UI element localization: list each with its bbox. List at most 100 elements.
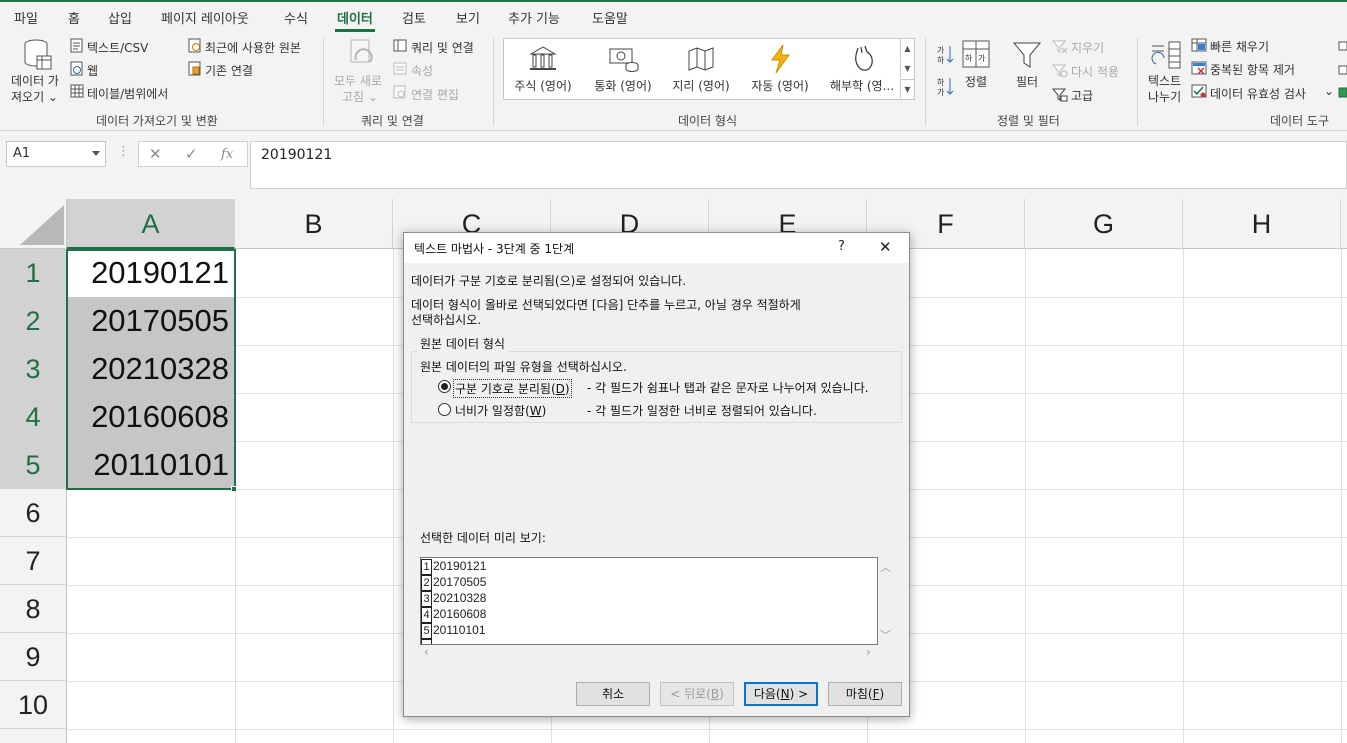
row-header-6[interactable]: 6 [0,489,67,537]
data-preview[interactable]: 1 20190121 2 20170505 3 20210328 4 20160… [420,557,878,645]
row-header-7[interactable]: 7 [0,537,67,585]
tab-help[interactable]: 도움말 [592,8,628,27]
preview-row-number: 2 [421,575,432,591]
edit-links-label: 연결 편집 [411,88,459,102]
tab-addins[interactable]: 추가 기능 [508,8,560,27]
tab-formulas[interactable]: 수식 [284,8,308,27]
preview-row-number: 4 [421,607,432,623]
gallery-scroll-up-icon[interactable]: ▲ [900,39,914,58]
properties-icon [393,62,407,75]
finish-button-label: 마침( [845,687,873,701]
insert-function-icon[interactable]: fx [221,147,233,162]
tab-view[interactable]: 보기 [456,8,480,27]
recent-sources-label: 최근에 사용한 원본 [205,41,301,55]
preview-scroll-down-icon[interactable]: ﹀ [880,627,891,643]
column-header-a[interactable]: A [67,199,235,249]
column-header-b[interactable]: B [235,199,393,249]
gridline [1025,249,1026,743]
from-table-label: 테이블/범위에서 [87,87,169,101]
preview-scroll-left-icon[interactable]: ‹ [424,645,429,659]
formula-input[interactable]: 20190121 [250,141,1347,189]
funnel-icon [1012,42,1042,68]
refresh-all-label-2: 고침 ⌄ [342,90,378,104]
preview-row-value: 20190121 [433,559,487,573]
cancel-edit-icon[interactable]: ✕ [149,145,162,163]
data-type-geography-label: 지리 (영어) [672,79,730,93]
gridline [393,249,394,743]
anatomy-heart-icon [855,45,873,71]
tab-file[interactable]: 파일 [14,8,38,27]
tab-data[interactable]: 데이터 [335,8,375,32]
data-tools-overflow-icons [1338,41,1347,98]
name-box[interactable]: A1 [6,141,106,167]
row-header-3[interactable]: 3 [0,345,67,393]
group-label-data-tools: 데이터 도구 [1270,114,1330,128]
next-button[interactable]: 다음(N) > [744,682,818,706]
text-wizard-dialog: 텍스트 마법사 - 3단계 중 1단계 ? ✕ 데이터가 구분 기호로 분리됨(… [403,232,910,717]
ribbon-separator [925,38,926,126]
ribbon-separator [1137,38,1138,126]
delimited-access-key: D [555,382,565,396]
data-type-geography[interactable]: 지리 (영어) [662,39,740,99]
text-csv-label: 텍스트/CSV [87,41,149,55]
svg-text:가: 가 [978,54,986,63]
row-header-9[interactable]: 9 [0,633,67,681]
cancel-button[interactable]: 취소 [576,682,650,706]
preview-row-value: 20110101 [433,623,486,637]
preview-scroll-up-icon[interactable]: ︿ [880,559,891,575]
preview-scroll-right-icon[interactable]: › [866,645,871,659]
row-header-1[interactable]: 1 [0,249,67,297]
web-label: 웹 [87,64,99,78]
data-type-automatic[interactable]: 자동 (영어) [741,39,819,99]
confirm-edit-icon[interactable]: ✓ [185,145,198,163]
dialog-title-bar[interactable]: 텍스트 마법사 - 3단계 중 1단계 ? ✕ [404,233,909,263]
row-header-4[interactable]: 4 [0,393,67,441]
delimited-radio[interactable] [438,380,451,393]
row-header-2[interactable]: 2 [0,297,67,345]
back-button[interactable]: < 뒤로(B) [660,682,734,706]
preview-row-value: 20170505 [433,575,487,589]
finish-button[interactable]: 마침(F) [828,682,902,706]
data-type-currencies[interactable]: 통화 (영어) [584,39,662,99]
column-header-g[interactable]: G [1025,199,1183,249]
data-type-stocks[interactable]: 주식 (영어) [504,39,582,99]
recent-sources-icon [188,38,201,53]
row-header-5[interactable]: 5 [0,441,67,489]
tab-home[interactable]: 홈 [68,8,80,27]
dialog-title: 텍스트 마법사 - 3단계 중 1단계 [414,242,575,256]
flash-fill-icon [1191,38,1207,52]
svg-text:하: 하 [937,77,945,87]
name-box-chevron-down-icon[interactable] [92,151,100,156]
sort-za-icon: 하가 [937,77,954,96]
tab-review[interactable]: 검토 [402,8,426,27]
row-header-8[interactable]: 8 [0,585,67,633]
row-header-overflow [0,729,67,743]
tab-page-layout[interactable]: 페이지 레이아웃 [161,8,249,27]
column-header-h[interactable]: H [1183,199,1341,249]
gallery-scroll-down-icon[interactable]: ▼ [900,59,914,78]
clear-filter-icon [1052,40,1068,54]
fill-handle[interactable] [231,486,237,492]
svg-text:가: 가 [937,46,945,55]
data-type-stocks-label: 주식 (영어) [514,79,572,93]
preview-label: 선택한 데이터 미리 보기: [420,531,546,545]
source-format-prompt: 원본 데이터의 파일 유형을 선택하십시오. [420,360,627,374]
row-header-10[interactable]: 10 [0,681,67,729]
data-validation-chevron-icon[interactable]: ⌄ [1324,84,1334,98]
remove-duplicates-icon [1191,61,1207,75]
back-button-label: < 뒤로( [670,687,711,701]
gallery-more-icon[interactable]: ▼ [900,79,914,98]
fixed-width-radio[interactable] [438,403,451,416]
formula-buttons: ✕ ✓ fx [138,141,248,167]
tab-insert[interactable]: 삽입 [108,8,132,27]
refresh-icon [350,39,373,63]
advanced-filter-icon [1052,88,1068,102]
web-page-icon [70,61,83,76]
help-icon[interactable]: ? [838,239,845,254]
data-type-anatomy[interactable]: 해부학 (영... [822,39,900,99]
radio-selected-dot [441,383,448,390]
formula-bar-grip-icon: ⋮ [117,144,130,159]
existing-connections-icon [188,61,201,76]
close-icon[interactable]: ✕ [879,238,892,256]
select-all-corner[interactable] [0,199,67,249]
